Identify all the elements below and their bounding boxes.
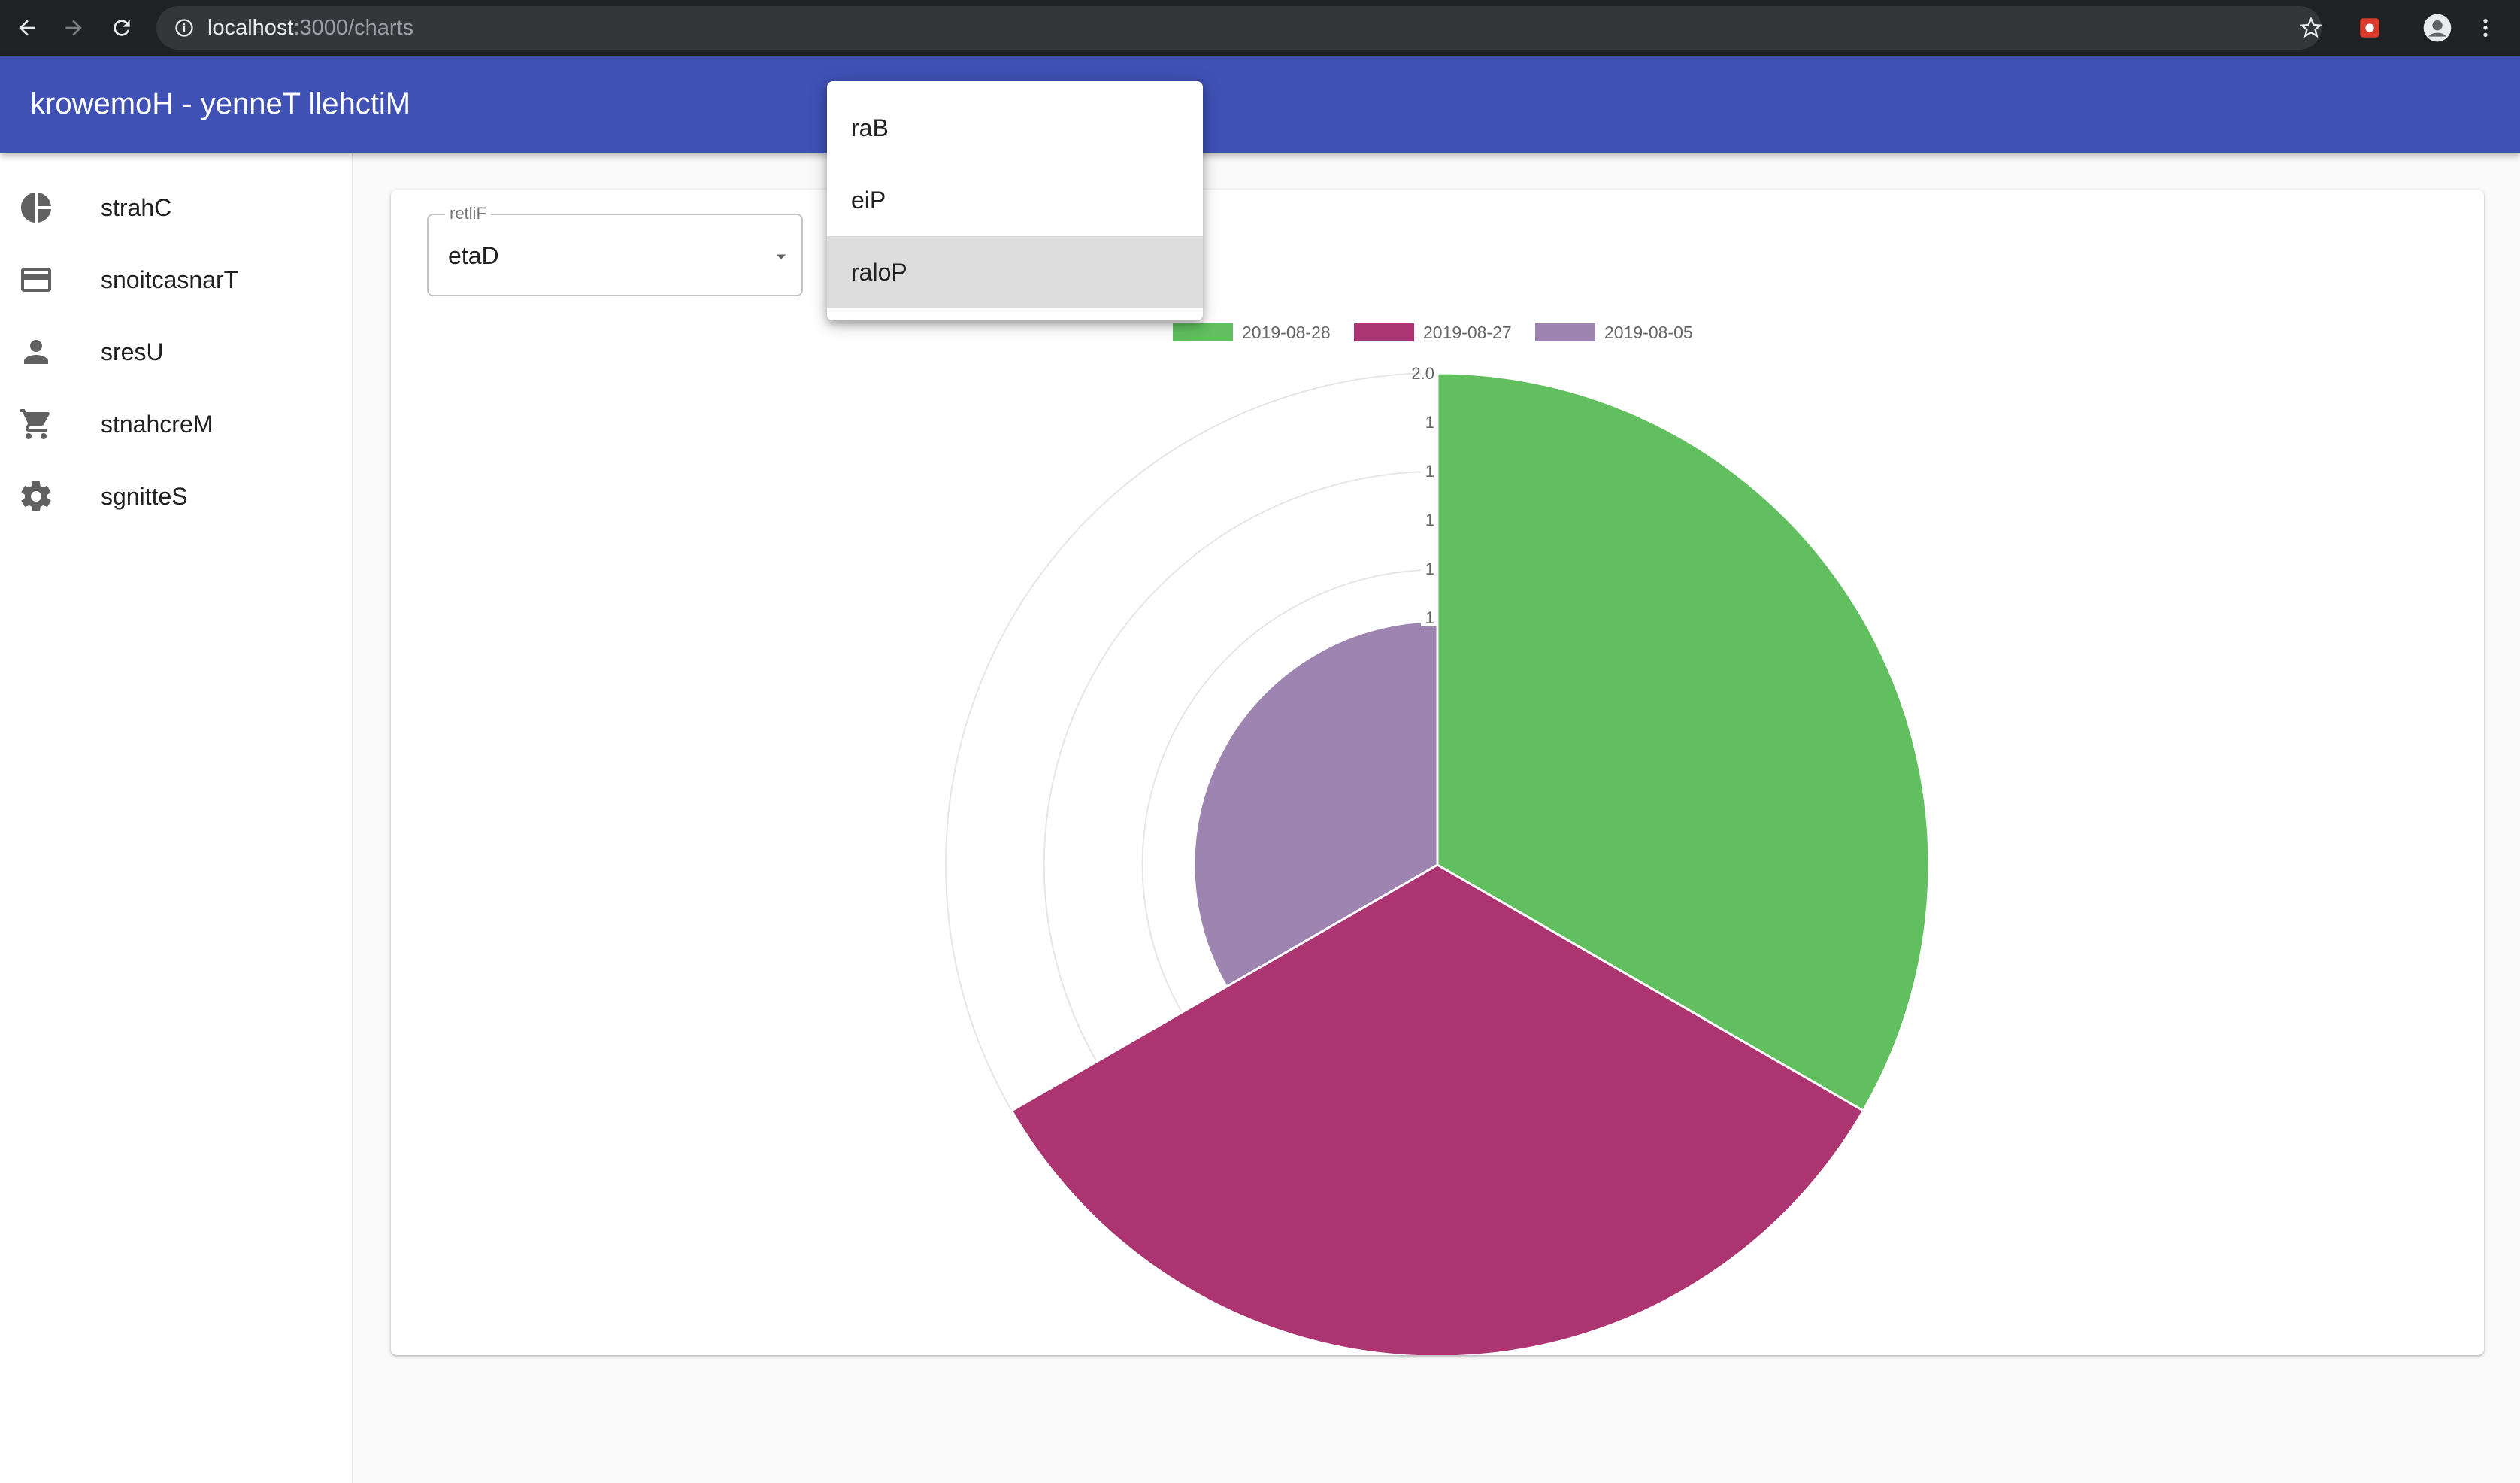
avatar-icon bbox=[2423, 14, 2452, 42]
arrow-right-icon bbox=[65, 20, 82, 36]
r-tick-label: 1 bbox=[1425, 608, 1434, 627]
url-path: :3000/charts bbox=[293, 16, 414, 40]
more-vert-icon bbox=[2483, 19, 2488, 37]
r-tick-label: 1 bbox=[1425, 413, 1434, 432]
sidebar-item-label: snoitcasnarT bbox=[101, 266, 239, 293]
extension-icon bbox=[2360, 18, 2379, 38]
sidebar-item-label: stnahcreM bbox=[101, 411, 214, 438]
star-icon bbox=[2300, 17, 2322, 38]
chart-card: retliF etaD 2.0 1 1 1 1 1 2019-08-28 2019-08-27… bbox=[391, 190, 2484, 1355]
sidebar-item-settings[interactable]: sgnitteS bbox=[0, 460, 352, 532]
shopping-cart-icon bbox=[20, 409, 50, 439]
menu-button[interactable] bbox=[2467, 10, 2503, 46]
extension-button[interactable] bbox=[2352, 10, 2388, 46]
app-title: krowemoH - yenneT llehctiM bbox=[30, 87, 411, 120]
sidebar-item-label: sresU bbox=[101, 338, 164, 365]
legend-swatch bbox=[1173, 323, 1233, 341]
r-tick-label: 1 bbox=[1425, 462, 1434, 481]
info-icon[interactable] bbox=[173, 17, 195, 39]
r-tick-label: 1 bbox=[1425, 560, 1434, 578]
forward-button[interactable] bbox=[56, 10, 92, 46]
app-bar: krowemoH - yenneT llehctiM bbox=[0, 56, 2520, 153]
address-bar[interactable]: localhost:3000/charts bbox=[156, 6, 2322, 50]
menu-item-polar[interactable]: raloP bbox=[827, 236, 1203, 308]
sidebar: strahC snoitcasnarT sresU stnahcreM sgni… bbox=[0, 153, 353, 1483]
arrow-left-icon bbox=[19, 20, 35, 36]
legend-swatch bbox=[1535, 323, 1595, 341]
menu-item-label: raB bbox=[851, 114, 889, 141]
reload-button[interactable] bbox=[104, 10, 140, 46]
sidebar-item-transactions[interactable]: snoitcasnarT bbox=[0, 244, 352, 316]
url-text[interactable]: localhost:3000/charts bbox=[207, 17, 413, 39]
url-host: localhost bbox=[207, 16, 294, 40]
sidebar-item-label: strahC bbox=[101, 194, 172, 221]
legend-label: 2019-08-27 bbox=[1423, 323, 1512, 342]
r-tick-label: 1 bbox=[1425, 511, 1434, 529]
browser-toolbar: localhost:3000/charts bbox=[0, 0, 2520, 56]
legend-label: 2019-08-28 bbox=[1242, 323, 1331, 342]
sidebar-item-users[interactable]: sresU bbox=[0, 316, 352, 388]
sidebar-item-charts[interactable]: strahC bbox=[0, 171, 352, 244]
polar-area-chart: 2.0 1 1 1 1 1 2019-08-28 2019-08-27 2019-08-05 bbox=[945, 323, 1931, 1355]
legend-label: 2019-08-05 bbox=[1604, 323, 1693, 342]
legend-swatch bbox=[1354, 323, 1414, 341]
person-icon bbox=[24, 340, 48, 364]
r-tick-label: 2.0 bbox=[1411, 364, 1434, 383]
pie-chart-icon bbox=[21, 193, 51, 223]
profile-button[interactable] bbox=[2419, 10, 2455, 46]
back-button[interactable] bbox=[9, 10, 45, 46]
bookmark-button[interactable] bbox=[2293, 10, 2329, 46]
gear-icon bbox=[21, 481, 51, 511]
reload-icon bbox=[114, 20, 130, 36]
chart-type-menu: raB eiP raloP bbox=[827, 81, 1203, 320]
menu-item-label: eiP bbox=[851, 187, 886, 214]
sidebar-item-label: sgnitteS bbox=[101, 483, 188, 510]
credit-card-icon bbox=[21, 268, 51, 292]
menu-item-label: raloP bbox=[851, 259, 907, 286]
sidebar-item-merchants[interactable]: stnahcreM bbox=[0, 388, 352, 460]
menu-item-pie[interactable]: eiP bbox=[827, 164, 1203, 236]
menu-item-bar[interactable]: raB bbox=[827, 92, 1203, 164]
